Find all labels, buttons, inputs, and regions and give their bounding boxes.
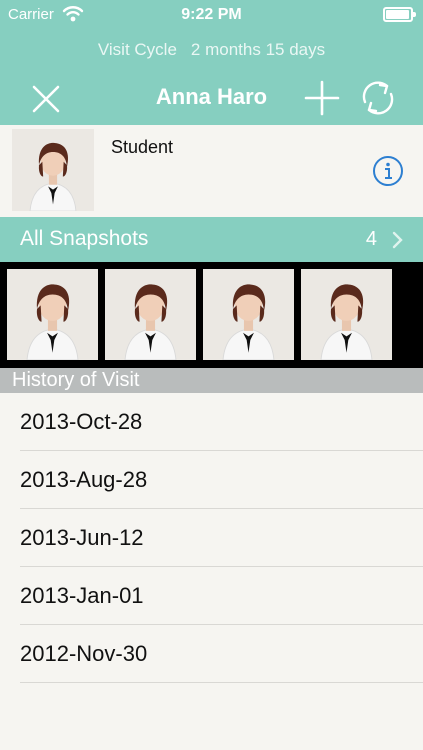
- visit-date: 2012-Nov-30: [20, 641, 148, 666]
- sync-button[interactable]: [356, 76, 400, 120]
- occupation-label: Student: [111, 137, 174, 157]
- chevron-right-icon: [392, 231, 403, 249]
- visit-cycle-label: Visit Cycle: [97, 40, 177, 59]
- list-item[interactable]: 2012-Nov-30: [0, 625, 423, 683]
- profile-photo-image: [12, 129, 94, 211]
- info-icon: [373, 156, 403, 186]
- snapshot-thumbnail[interactable]: [301, 269, 392, 360]
- list-item[interactable]: 2013-Aug-28: [0, 451, 423, 509]
- list-item[interactable]: 2013-Jan-01: [0, 567, 423, 625]
- status-bar: Carrier 9:22 PM: [0, 0, 423, 30]
- list-item[interactable]: 2013-Oct-28: [0, 393, 423, 451]
- sync-icon: [362, 81, 394, 115]
- visit-cycle-value: 2 months 15 days: [190, 40, 326, 59]
- all-snapshots-row[interactable]: All Snapshots 4: [0, 217, 423, 262]
- snapshot-image: [203, 269, 294, 360]
- snapshot-count: 4: [365, 228, 377, 250]
- profile-row: Student: [0, 125, 423, 217]
- snapshot-thumbnail[interactable]: [105, 269, 196, 360]
- navigation-bar: Anna Haro: [0, 70, 423, 122]
- visit-date: 2013-Aug-28: [20, 467, 148, 492]
- info-button[interactable]: [372, 155, 404, 187]
- list-item[interactable]: [0, 683, 423, 741]
- list-item[interactable]: 2013-Jun-12: [0, 509, 423, 567]
- visit-date: 2013-Jan-01: [20, 583, 144, 608]
- snapshot-image: [105, 269, 196, 360]
- snapshot-image: [7, 269, 98, 360]
- header: Carrier 9:22 PM Visit Cycle 2 months 15 d…: [0, 0, 423, 125]
- visit-history-list: 2013-Oct-28 2013-Aug-28 2013-Jun-12 2013…: [0, 393, 423, 741]
- battery-icon: [383, 7, 416, 22]
- visit-date: 2013-Jun-12: [20, 525, 144, 550]
- snapshot-thumbnail[interactable]: [203, 269, 294, 360]
- plus-icon: [304, 80, 340, 116]
- snapshot-strip: [0, 262, 423, 368]
- profile-photo[interactable]: [12, 129, 94, 211]
- add-button[interactable]: [300, 76, 344, 120]
- visit-date: 2013-Oct-28: [20, 409, 143, 434]
- snapshot-thumbnail[interactable]: [7, 269, 98, 360]
- all-snapshots-label: All Snapshots: [20, 227, 149, 250]
- visit-cycle: Visit Cycle 2 months 15 days: [0, 40, 423, 60]
- history-section-header: History of Visit: [0, 368, 423, 393]
- clock: 9:22 PM: [181, 6, 242, 23]
- history-header-label: History of Visit: [12, 369, 140, 391]
- snapshot-image: [301, 269, 392, 360]
